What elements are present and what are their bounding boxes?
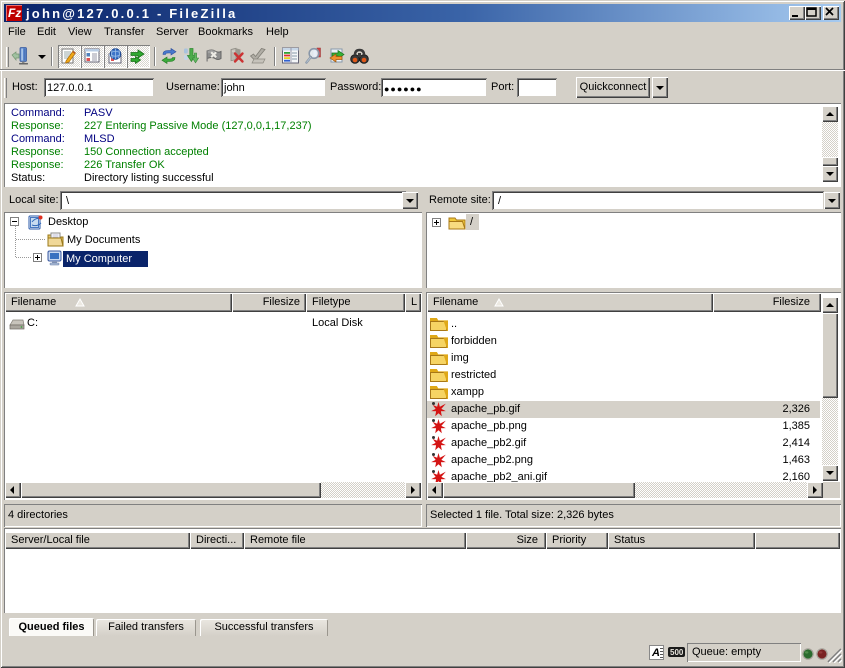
svg-text:Fz: Fz [8, 6, 21, 20]
